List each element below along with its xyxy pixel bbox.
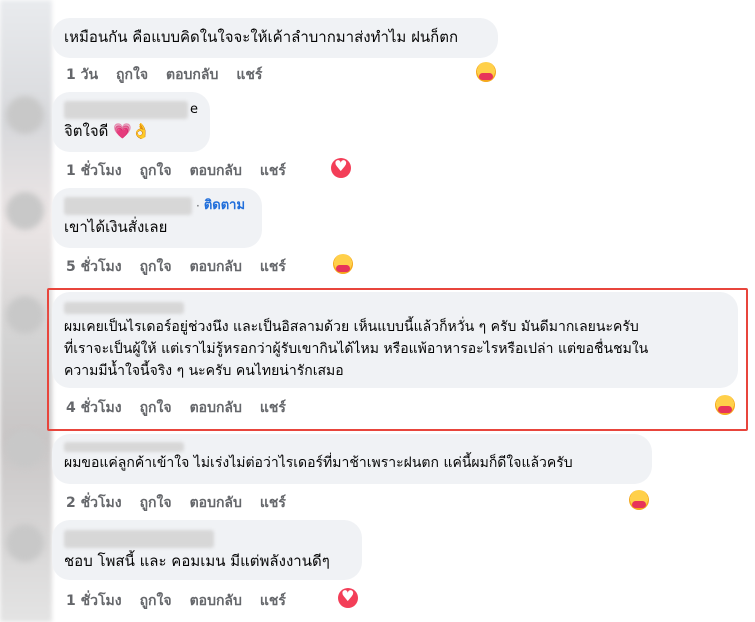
like-button[interactable]: ถูกใจ	[140, 492, 172, 514]
comment-actions: 1 ชั่วโมง ถูกใจ ตอบกลับ แชร์	[66, 160, 304, 182]
like-button[interactable]: ถูกใจ	[140, 397, 172, 419]
comment-bubble: ผมขอแค่ลูกค้าเข้าใจ ไม่เร่งไม่ต่อว่าไรเด…	[52, 434, 652, 484]
comment-actions: 2 ชั่วโมง ถูกใจ ตอบกลับ แชร์	[66, 492, 304, 514]
reply-button[interactable]: ตอบกลับ	[166, 64, 218, 86]
comment-text: จิตใจดี	[64, 122, 109, 140]
share-button[interactable]: แชร์	[260, 397, 286, 419]
share-button[interactable]: แชร์	[236, 64, 262, 86]
comment-time[interactable]: 2 ชั่วโมง	[66, 492, 122, 514]
commenter-name-blurred[interactable]	[64, 442, 184, 452]
hug-icon[interactable]	[629, 490, 649, 510]
hug-icon[interactable]	[476, 62, 496, 82]
comment-bubble: ชอบ โพสนี้ และ คอมเมน มีแต่พลังงานดีๆ	[52, 520, 362, 580]
reply-button[interactable]: ตอบกลับ	[190, 397, 242, 419]
reply-button[interactable]: ตอบกลับ	[190, 492, 242, 514]
commenter-name-blurred[interactable]	[64, 101, 188, 119]
follow-button[interactable]: ติดตาม	[204, 195, 245, 217]
comment-time[interactable]: 1 วัน	[66, 64, 98, 86]
like-button[interactable]: ถูกใจ	[116, 64, 148, 86]
share-button[interactable]: แชร์	[260, 590, 286, 612]
commenter-name-blurred[interactable]	[64, 197, 192, 215]
share-button[interactable]: แชร์	[260, 160, 286, 182]
like-button[interactable]: ถูกใจ	[140, 590, 172, 612]
share-button[interactable]: แชร์	[260, 256, 286, 278]
comment-line-1: ผมเคยเป็นไรเดอร์อยู่ช่วงนึง และเป็นอิสลา…	[64, 319, 639, 335]
comment-time[interactable]: 1 ชั่วโมง	[66, 590, 122, 612]
comment-text: ผมขอแค่ลูกค้าเข้าใจ ไม่เร่งไม่ต่อว่าไรเด…	[64, 455, 573, 471]
comment-bubble: เหมือนกัน คือแบบคิดในใจจะให้เค้าลำบากมาส…	[52, 18, 498, 58]
comment-bubble: e จิตใจดี 💗👌	[52, 92, 210, 152]
avatar[interactable]	[6, 296, 44, 334]
comment-time[interactable]: 4 ชั่วโมง	[66, 397, 122, 419]
comment-bubble: ผมเคยเป็นไรเดอร์อยู่ช่วงนึง และเป็นอิสลา…	[52, 292, 738, 388]
avatar[interactable]	[6, 524, 44, 562]
reply-button[interactable]: ตอบกลับ	[190, 590, 242, 612]
avatar[interactable]	[6, 430, 44, 468]
comment-actions: 5 ชั่วโมง ถูกใจ ตอบกลับ แชร์	[66, 256, 304, 278]
comment-line-3: ความมีน้ำใจนี้จริง ๆ นะครับ คนไทยน่ารักเ…	[64, 363, 344, 379]
comment-time[interactable]: 5 ชั่วโมง	[66, 256, 122, 278]
comment-time[interactable]: 1 ชั่วโมง	[66, 160, 122, 182]
comment-text: เขาได้เงินสั่งเลย	[64, 218, 168, 236]
comment-actions: 4 ชั่วโมง ถูกใจ ตอบกลับ แชร์	[66, 397, 304, 419]
comment-actions: 1 วัน ถูกใจ ตอบกลับ แชร์	[66, 64, 280, 86]
hug-icon[interactable]	[333, 254, 353, 274]
avatar[interactable]	[6, 96, 44, 134]
comment-text: ชอบ โพสนี้ และ คอมเมน มีแต่พลังงานดีๆ	[64, 552, 330, 570]
comment-bubble: · ติดตาม เขาได้เงินสั่งเลย	[52, 188, 262, 248]
like-button[interactable]: ถูกใจ	[140, 160, 172, 182]
share-button[interactable]: แชร์	[260, 492, 286, 514]
follow-dot: ·	[196, 199, 200, 213]
heart-hand-emoji: 💗👌	[113, 122, 151, 140]
comment-line-2: ที่เราจะเป็นผู้ให้ แต่เราไม่รู้หรอกว่าผู…	[64, 341, 649, 357]
comment-actions: 1 ชั่วโมง ถูกใจ ตอบกลับ แชร์	[66, 590, 304, 612]
comment-text: เหมือนกัน คือแบบคิดในใจจะให้เค้าลำบากมาส…	[64, 28, 459, 46]
heart-icon[interactable]	[338, 587, 358, 608]
name-suffix: e	[190, 102, 198, 117]
reply-button[interactable]: ตอบกลับ	[190, 160, 242, 182]
like-button[interactable]: ถูกใจ	[140, 256, 172, 278]
commenter-name-blurred[interactable]	[64, 302, 184, 314]
reply-button[interactable]: ตอบกลับ	[190, 256, 242, 278]
commenter-name-blurred[interactable]	[64, 530, 214, 548]
avatar[interactable]	[6, 192, 44, 230]
hug-icon[interactable]	[715, 395, 735, 415]
heart-icon[interactable]	[331, 157, 351, 178]
